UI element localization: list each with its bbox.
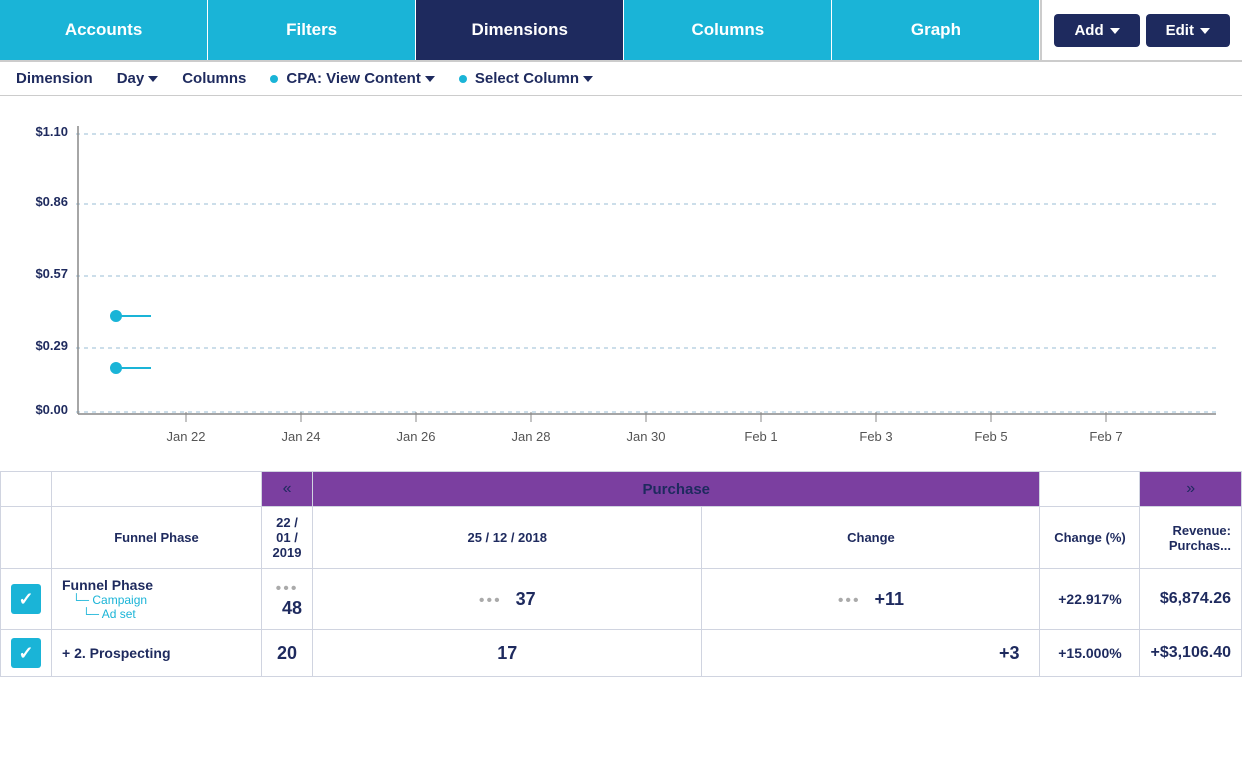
x-label-jan24: Jan 24 [281,429,320,444]
revenue-col-header: Revenue: Purchas... [1140,507,1242,569]
chevron-down-icon [148,76,158,82]
prev-arrow[interactable]: « [262,472,313,507]
date2-col-header: 25 / 12 / 2018 [313,507,702,569]
change-pct-cell: +22.917% [1040,569,1140,630]
y-label-0.29: $0.29 [35,338,68,353]
tab-dimensions[interactable]: Dimensions [416,0,624,60]
select-column-dropdown[interactable]: Select Column [459,70,593,87]
filter-row: Dimension Day Columns CPA: View Content … [0,62,1242,96]
row-checkbox[interactable]: ✓ [1,569,52,630]
change-cell: ••• +11 [702,569,1040,630]
date1-col-header: 22 / 01 / 2019 [262,507,313,569]
x-label-feb3: Feb 3 [859,429,892,444]
chevron-down-icon [425,76,435,82]
x-label-feb7: Feb 7 [1089,429,1122,444]
date1-cell: ••• 48 [262,569,313,630]
x-label-feb5: Feb 5 [974,429,1007,444]
x-label-jan28: Jan 28 [511,429,550,444]
chart-area: $1.10 $0.86 $0.57 $0.29 $0.00 Jan 22 Jan… [0,96,1242,471]
empty-header3 [1040,472,1140,507]
table-row: ✓ Funnel Phase └─ Campaign └─ Ad set •••… [1,569,1242,630]
line-chart: $1.10 $0.86 $0.57 $0.29 $0.00 Jan 22 Jan… [16,106,1226,466]
prospecting-change-pct: +15.000% [1040,630,1140,677]
dot-icon [459,75,467,83]
y-label-0.86: $0.86 [35,194,68,209]
x-label-feb1: Feb 1 [744,429,777,444]
prospecting-val2: 17 [313,630,702,677]
change-pct-col-header: Change (%) [1040,507,1140,569]
tab-graph[interactable]: Graph [832,0,1040,60]
y-label-0.00: $0.00 [35,402,68,417]
prospecting-label: + 2. Prospecting [52,630,262,677]
empty-header [1,472,52,507]
checkbox-col-header [1,507,52,569]
prospecting-change: +3 [702,630,1040,677]
funnel-col-header: Funnel Phase [52,507,262,569]
data-table: « Purchase » Funnel Phase 22 / 01 / 2019… [0,471,1242,677]
date2-cell: ••• 37 [313,569,702,630]
table-header-row: « Purchase » [1,472,1242,507]
tab-columns[interactable]: Columns [624,0,832,60]
table-row: ✓ + 2. Prospecting 20 17 +3 +15.000% +$3… [1,630,1242,677]
day-dropdown[interactable]: Day [117,70,159,87]
add-button[interactable]: Add [1054,14,1139,47]
purchase-header: Purchase [313,472,1040,507]
change-col-header: Change [702,507,1040,569]
empty-header2 [52,472,262,507]
dot-icon [270,75,278,83]
x-label-jan22: Jan 22 [166,429,205,444]
chevron-down-icon [1200,28,1210,34]
y-label-0.57: $0.57 [35,266,68,281]
row-checkbox[interactable]: ✓ [1,630,52,677]
tab-accounts[interactable]: Accounts [0,0,208,60]
revenue-cell: $6,874.26 [1140,569,1242,630]
column-header-row: Funnel Phase 22 / 01 / 2019 25 / 12 / 20… [1,507,1242,569]
columns-label: Columns [182,70,246,87]
edit-button[interactable]: Edit [1146,14,1230,47]
nav-actions: Add Edit [1040,0,1242,60]
dimension-label: Dimension [16,70,93,87]
prospecting-revenue: +$3,106.40 [1140,630,1242,677]
x-label-jan30: Jan 30 [626,429,665,444]
checkbox-icon: ✓ [11,584,41,614]
prospecting-val1: 20 [262,630,313,677]
y-label-1.10: $1.10 [35,124,68,139]
funnel-cell: Funnel Phase └─ Campaign └─ Ad set [52,569,262,630]
tab-filters[interactable]: Filters [208,0,416,60]
chevron-down-icon [583,76,593,82]
chevron-down-icon [1110,28,1120,34]
cpa-dropdown[interactable]: CPA: View Content [270,70,434,87]
next-arrow[interactable]: » [1140,472,1242,507]
x-label-jan26: Jan 26 [396,429,435,444]
checkbox-icon: ✓ [11,638,41,668]
top-navigation: Accounts Filters Dimensions Columns Grap… [0,0,1242,62]
